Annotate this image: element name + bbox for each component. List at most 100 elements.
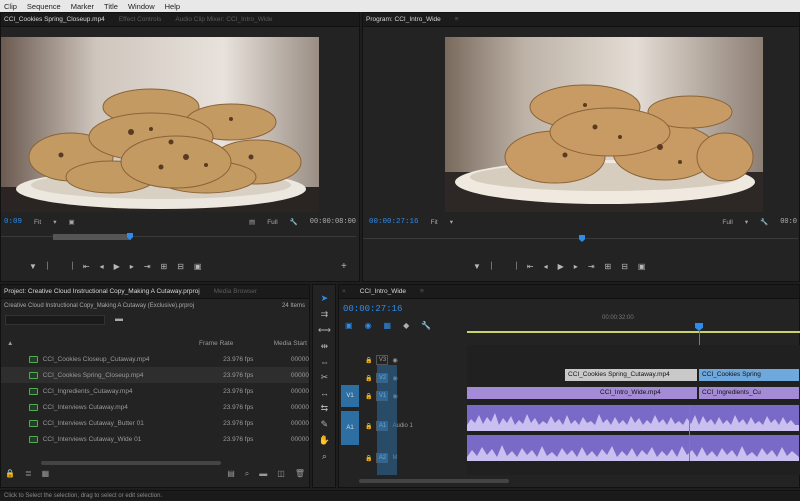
source-patch-a1[interactable]: A1 xyxy=(341,411,359,445)
mark-in-icon[interactable]: ▼ xyxy=(473,262,481,271)
tab-project[interactable]: Project: Creative Cloud Instructional Co… xyxy=(4,288,200,295)
icon-view-icon[interactable]: ▦ xyxy=(42,469,50,479)
list-item[interactable]: CCI_Cookies Closeup_Cutaway.mp4 23.976 f… xyxy=(1,351,309,367)
play-icon[interactable]: ▶ xyxy=(114,262,120,271)
project-scrollbar[interactable] xyxy=(41,461,221,465)
timeline-scrollbar[interactable] xyxy=(359,479,509,483)
panel-menu-icon[interactable]: ≡ xyxy=(420,288,424,295)
mark-in-icon[interactable]: ▼ xyxy=(29,262,37,271)
step-back-icon[interactable]: ◂ xyxy=(100,262,104,271)
trash-icon[interactable]: 🗑 xyxy=(295,469,305,479)
zoom-icon[interactable]: ⌕ xyxy=(322,451,327,462)
list-view-icon[interactable]: ≣ xyxy=(25,469,32,479)
source-add-button[interactable]: + xyxy=(341,261,347,272)
rate-stretch-icon[interactable]: ⇔ xyxy=(320,357,329,367)
a2-audio-clip[interactable] xyxy=(467,435,799,461)
panel-menu-icon[interactable]: ≡ xyxy=(455,16,459,23)
program-timecode-out[interactable]: 00:0 xyxy=(780,218,797,226)
lock-icon[interactable]: 🔒 xyxy=(5,469,15,479)
list-item[interactable]: CCI_Interviews Cutaway.mp4 23.976 fps 00… xyxy=(1,399,309,415)
go-to-in-icon[interactable]: ⇤ xyxy=(527,262,534,271)
rolling-edit-icon[interactable]: ⇹ xyxy=(321,341,329,352)
slip-icon[interactable]: ↔ xyxy=(320,388,329,398)
mark-clip-icon[interactable]: ⎹ xyxy=(65,261,73,271)
list-item[interactable]: CCI_Interviews Cutaway_Wide 01 23.976 fp… xyxy=(1,431,309,447)
menu-marker[interactable]: Marker xyxy=(71,2,94,11)
close-icon[interactable]: × xyxy=(342,288,346,295)
chevron-down-icon[interactable]: ▾ xyxy=(450,218,453,226)
camera-icon[interactable]: ▣ xyxy=(194,262,202,271)
new-bin-icon[interactable]: ▬ xyxy=(115,314,123,323)
tab-program[interactable]: Program: CCI_Intro_Wide xyxy=(366,16,441,23)
tab-media-browser[interactable]: Media Browser xyxy=(214,288,257,295)
extract-icon[interactable]: ⊟ xyxy=(621,262,628,271)
v1-clip-intro[interactable]: CCI_Intro_Wide.mp4 xyxy=(467,387,697,399)
source-patch-v1[interactable]: V1 xyxy=(341,385,359,407)
edit-point-marker[interactable] xyxy=(689,405,695,461)
list-item[interactable]: CCI_Interviews Cutaway_Butter 01 23.976 … xyxy=(1,415,309,431)
v2-clip-cutaway[interactable]: CCI_Cookies Spring_Cutaway.mp4 xyxy=(565,369,697,381)
tab-effect-controls[interactable]: Effect Controls xyxy=(119,16,162,23)
source-timecode-out[interactable]: 00:00:08:00 xyxy=(310,218,356,226)
ripple-edit-icon[interactable]: ⟷ xyxy=(318,325,331,336)
tab-sequence[interactable]: CCI_Intro_Wide xyxy=(360,288,406,295)
step-back-icon[interactable]: ◂ xyxy=(544,262,548,271)
source-scrubber[interactable] xyxy=(1,233,356,241)
mark-out-icon[interactable]: ⎸ xyxy=(491,261,499,271)
source-full-select[interactable]: Full xyxy=(267,219,277,226)
timeline-ruler[interactable]: 00:00:32:00 xyxy=(467,303,800,333)
track-select-icon[interactable]: ⇉ xyxy=(321,309,329,320)
tab-audio-clip-mixer[interactable]: Audio Clip Mixer: CCI_Intro_Wide xyxy=(175,16,272,23)
wrench-icon[interactable]: 🔧 xyxy=(421,321,431,330)
play-icon[interactable]: ▶ xyxy=(558,262,564,271)
col-frame-rate[interactable]: Frame Rate xyxy=(199,340,249,347)
program-playhead[interactable] xyxy=(579,235,585,242)
linked-selection-icon[interactable]: ▦ xyxy=(384,321,392,330)
source-fit-select[interactable]: Fit xyxy=(34,219,41,226)
work-area-bar[interactable] xyxy=(467,331,800,333)
insert-icon[interactable]: ⊞ xyxy=(161,262,168,271)
list-item[interactable]: CCI_Cookies Spring_Closeup.mp4 23.976 fp… xyxy=(1,367,309,383)
slide-icon[interactable]: ⇆ xyxy=(321,403,329,414)
selection-tool-icon[interactable]: ➤ xyxy=(321,293,329,304)
chevron-down-icon[interactable]: ▾ xyxy=(53,218,56,226)
program-scrubber[interactable] xyxy=(363,235,798,243)
lock-icon[interactable]: 🔒 xyxy=(365,423,372,430)
pen-icon[interactable]: ✎ xyxy=(321,419,329,430)
lock-icon[interactable]: 🔒 xyxy=(365,375,372,382)
go-to-in-icon[interactable]: ⇤ xyxy=(83,262,90,271)
new-item-icon[interactable]: ◫ xyxy=(277,469,285,479)
lock-icon[interactable]: 🔒 xyxy=(365,455,372,462)
overwrite-icon[interactable]: ⊟ xyxy=(177,262,184,271)
hand-icon[interactable]: ✋ xyxy=(319,435,330,446)
sort-icon[interactable]: ▲ xyxy=(7,340,199,347)
lift-icon[interactable]: ⊞ xyxy=(605,262,612,271)
nest-icon[interactable]: ▣ xyxy=(345,321,353,330)
timeline-timecode[interactable]: 00:00:27:16 xyxy=(343,304,402,314)
a1-audio-clip[interactable] xyxy=(467,405,799,431)
go-to-out-icon[interactable]: ⇥ xyxy=(588,262,595,271)
lock-icon[interactable]: 🔒 xyxy=(365,357,372,364)
menu-window[interactable]: Window xyxy=(128,2,155,11)
menu-title[interactable]: Title xyxy=(104,2,118,11)
program-fit-select[interactable]: Fit xyxy=(431,219,438,226)
automate-icon[interactable]: ▤ xyxy=(227,469,235,479)
mark-clip-icon[interactable]: ⎹ xyxy=(509,261,517,271)
step-forward-icon[interactable]: ▸ xyxy=(130,262,134,271)
step-forward-icon[interactable]: ▸ xyxy=(574,262,578,271)
v1-clip-ingredients[interactable]: CCI_Ingredients_Cu xyxy=(699,387,799,399)
marker-icon[interactable]: ◆ xyxy=(403,321,409,330)
settings-square-icon[interactable]: ▣ xyxy=(69,218,75,226)
program-timecode[interactable]: 00:00:27:16 xyxy=(369,218,419,226)
tab-source[interactable]: CCI_Cookies Spring_Closeup.mp4 xyxy=(4,16,105,23)
chevron-down-icon[interactable]: ▾ xyxy=(745,218,748,226)
project-search-input[interactable] xyxy=(5,315,105,325)
new-bin-icon[interactable]: ▬ xyxy=(259,469,267,479)
program-full-select[interactable]: Full xyxy=(722,219,732,226)
menu-help[interactable]: Help xyxy=(165,2,180,11)
source-timecode-in[interactable]: 0:09 xyxy=(4,218,22,226)
mark-out-icon[interactable]: ⎸ xyxy=(47,261,55,271)
camera-icon[interactable]: ▣ xyxy=(638,262,646,271)
eye-icon[interactable]: ◉ xyxy=(392,357,397,364)
v2-clip-spring[interactable]: CCI_Cookies Spring xyxy=(699,369,799,381)
